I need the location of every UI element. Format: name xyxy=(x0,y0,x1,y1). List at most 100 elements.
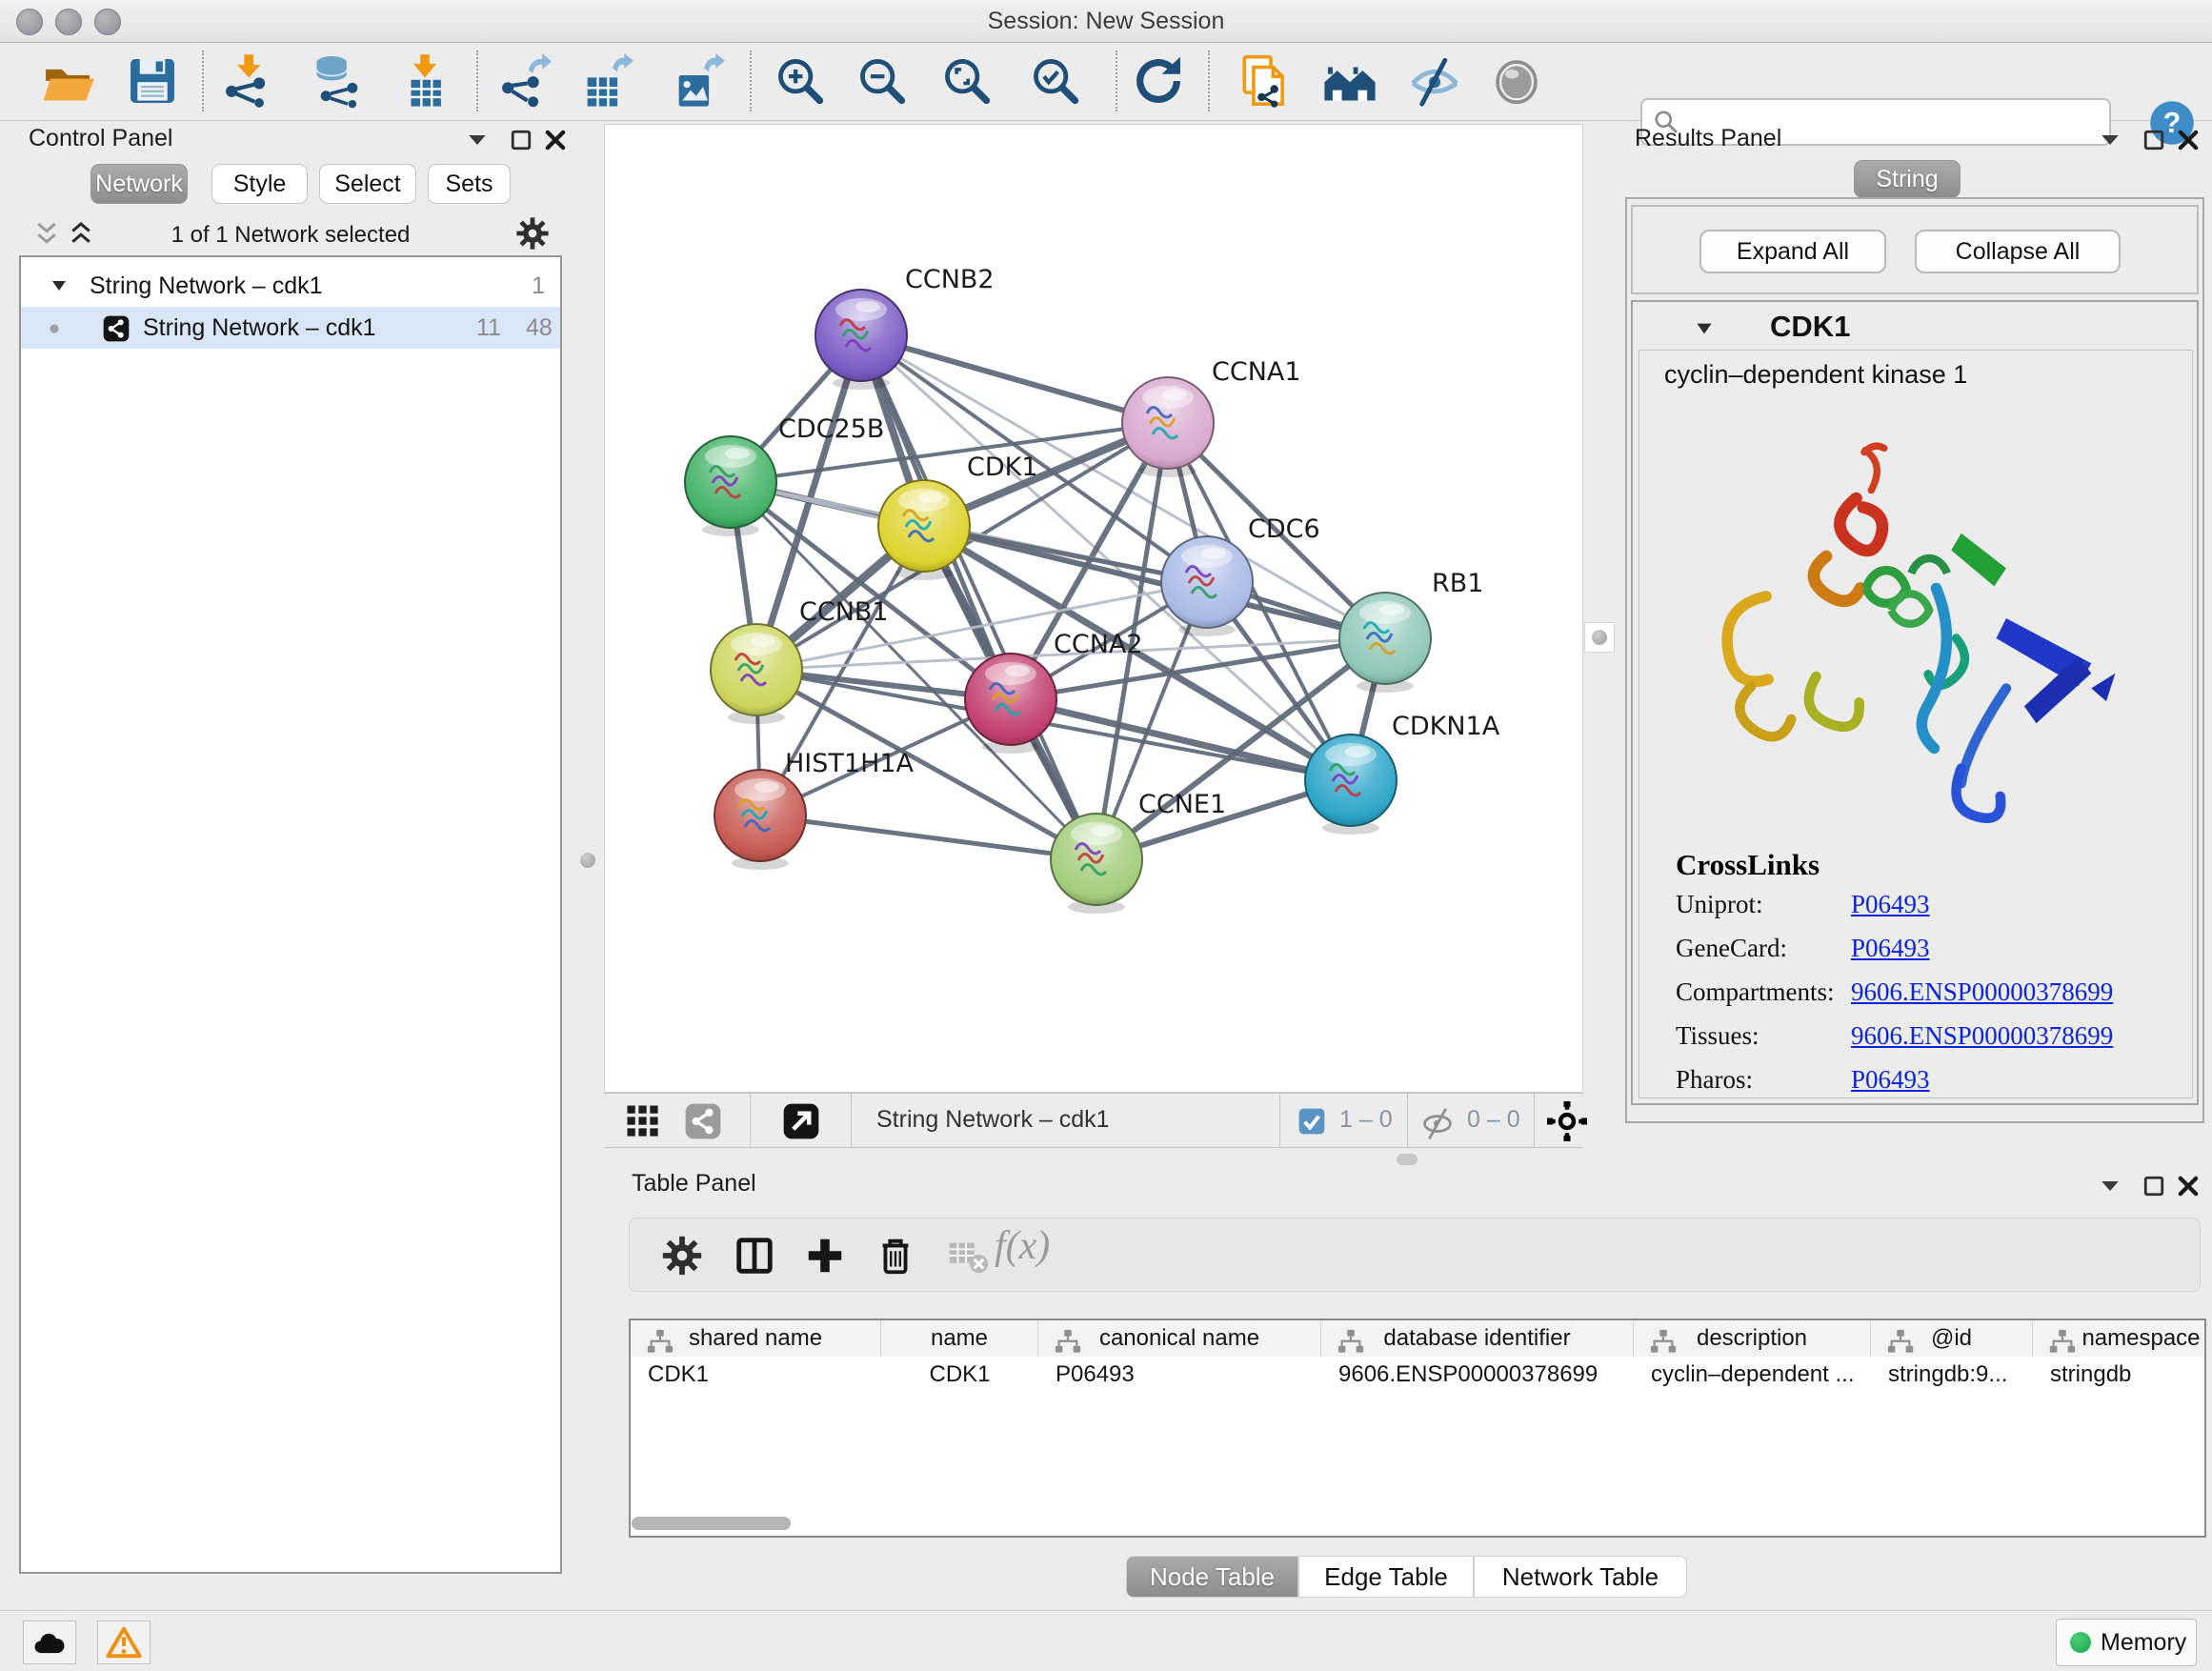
hidden-eye-slash-icon[interactable] xyxy=(1419,1104,1456,1140)
column-header-canonical-name[interactable]: canonical name xyxy=(1038,1320,1321,1357)
crosslink-row: Pharos:P06493 xyxy=(1639,1065,2173,1109)
crosslink-row: Compartments:9606.ENSP00000378699 xyxy=(1639,977,2173,1021)
left-splitter-handle[interactable] xyxy=(575,848,600,873)
import-network-icon[interactable] xyxy=(220,53,275,109)
toolbar-separator xyxy=(202,50,204,111)
zoom-out-icon[interactable] xyxy=(855,53,910,109)
zoom-fit-icon[interactable] xyxy=(939,53,995,109)
tab-edge-table[interactable]: Edge Table xyxy=(1298,1556,1474,1598)
results-panel-menu-icon[interactable] xyxy=(2096,126,2124,154)
table-settings-gear-icon[interactable] xyxy=(660,1234,704,1278)
network-share-icon[interactable] xyxy=(682,1100,724,1142)
selected-checkbox-icon[interactable] xyxy=(1297,1106,1327,1137)
table-row[interactable]: CDK1CDK1P064939606.ENSP00000378699cyclin… xyxy=(631,1357,2206,1393)
crosslink-value[interactable]: P06493 xyxy=(1851,934,1930,963)
network-row-selected[interactable]: String Network – cdk1 11 48 xyxy=(21,307,560,349)
horizontal-scrollbar-thumb[interactable] xyxy=(632,1517,791,1530)
table-cell[interactable]: CDK1 xyxy=(631,1357,881,1393)
network-canvas[interactable]: CCNB2CCNA1CDC25BCDK1CDC6RB1CCNB1CCNA2CDK… xyxy=(604,124,1583,1093)
import-table-icon[interactable] xyxy=(397,53,452,109)
right-splitter-handle[interactable] xyxy=(1584,622,1615,653)
network-node-label-CCNA2: CCNA2 xyxy=(1054,630,1143,659)
selected-count: 1 – 0 xyxy=(1339,1106,1393,1134)
export-network-icon[interactable] xyxy=(496,53,552,109)
table-cell[interactable]: cyclin–dependent ... xyxy=(1634,1357,1871,1393)
tab-string[interactable]: String xyxy=(1854,160,1961,198)
zoom-selected-icon[interactable] xyxy=(1028,53,1083,109)
control-panel-menu-icon[interactable] xyxy=(463,126,492,154)
tab-select[interactable]: Select xyxy=(319,164,416,204)
export-table-icon[interactable] xyxy=(578,53,633,109)
column-tree-icon xyxy=(1046,1324,1075,1353)
crosslink-value[interactable]: P06493 xyxy=(1851,1065,1930,1095)
table-cell[interactable]: 9606.ENSP00000378699 xyxy=(1321,1357,1634,1393)
network-edge-CCNB2-CCNA1[interactable] xyxy=(861,335,1168,423)
crosslink-value[interactable]: 9606.ENSP00000378699 xyxy=(1851,1021,2113,1051)
crosslink-label: Uniprot: xyxy=(1676,890,1763,919)
main-toolbar: ? xyxy=(0,43,2212,121)
tab-style[interactable]: Style xyxy=(211,164,308,204)
toolbar-divider xyxy=(1407,1094,1408,1147)
tab-node-table[interactable]: Node Table xyxy=(1126,1556,1298,1598)
duplicate-network-icon[interactable] xyxy=(1237,53,1293,109)
column-header-name[interactable]: name xyxy=(881,1320,1038,1357)
network-edge-HIST1H1A-CCNE1[interactable] xyxy=(760,815,1096,859)
toolbar-divider xyxy=(1279,1094,1280,1147)
toolbar-separator xyxy=(1208,50,1210,111)
table-cell[interactable]: P06493 xyxy=(1038,1357,1321,1393)
network-edge-CCNB2-CCNE1[interactable] xyxy=(861,335,1096,859)
collapse-all-button[interactable]: Collapse All xyxy=(1915,230,2121,273)
column-header-description[interactable]: description xyxy=(1634,1320,1871,1357)
warning-icon[interactable] xyxy=(97,1621,151,1664)
fit-crosshair-icon[interactable] xyxy=(1547,1101,1587,1141)
table-panel-close-icon[interactable] xyxy=(2174,1172,2202,1200)
crosslinks-list: Uniprot:P06493GeneCard:P06493Compartment… xyxy=(1639,890,2194,1118)
refresh-icon[interactable] xyxy=(1131,53,1186,109)
collapse-triangle-icon[interactable] xyxy=(48,274,70,297)
table-cell[interactable]: stringdb:9... xyxy=(1871,1357,2033,1393)
column-header--id[interactable]: @id xyxy=(1871,1320,2033,1357)
table-cell[interactable]: CDK1 xyxy=(881,1357,1038,1393)
column-header-shared-name[interactable]: shared name xyxy=(631,1320,881,1357)
results-panel-title: Results Panel xyxy=(1635,125,1781,152)
network-collection-row[interactable]: String Network – cdk1 1 xyxy=(21,265,560,307)
column-header-namespace[interactable]: namespace xyxy=(2033,1320,2206,1357)
network-node-count: 11 xyxy=(476,314,501,342)
open-session-icon[interactable] xyxy=(40,53,95,109)
zoom-in-icon[interactable] xyxy=(773,53,828,109)
first-neighbors-icon[interactable] xyxy=(1322,53,1377,109)
results-panel-close-icon[interactable] xyxy=(2174,126,2202,154)
table-panel-float-icon[interactable] xyxy=(2140,1172,2168,1200)
detach-view-icon[interactable] xyxy=(780,1100,822,1142)
column-header-database-identifier[interactable]: database identifier xyxy=(1321,1320,1634,1357)
expand-all-button[interactable]: Expand All xyxy=(1699,230,1886,273)
bottom-splitter-handle[interactable] xyxy=(1397,1154,1418,1165)
section-collapse-icon[interactable] xyxy=(1692,316,1717,341)
toolbar-divider xyxy=(851,1094,852,1147)
memory-button[interactable]: Memory xyxy=(2056,1619,2197,1666)
network-options-gear-icon[interactable] xyxy=(514,215,551,252)
delete-column-trash-icon[interactable] xyxy=(874,1234,917,1278)
crosslink-value[interactable]: P06493 xyxy=(1851,890,1930,919)
crosslink-row: Tissues:9606.ENSP00000378699 xyxy=(1639,1021,2173,1065)
cloud-icon[interactable] xyxy=(23,1621,76,1664)
hide-selected-icon[interactable] xyxy=(1407,53,1462,109)
tab-network-table[interactable]: Network Table xyxy=(1474,1556,1687,1598)
import-database-icon[interactable] xyxy=(309,53,364,109)
crosslink-value[interactable]: 9606.ENSP00000378699 xyxy=(1851,977,2113,1007)
tab-network[interactable]: Network xyxy=(90,164,188,204)
control-panel-float-icon[interactable] xyxy=(507,126,535,154)
table-panel-menu-icon[interactable] xyxy=(2096,1172,2124,1200)
tab-sets[interactable]: Sets xyxy=(428,164,511,204)
save-session-icon[interactable] xyxy=(125,53,180,109)
birdseye-grid-icon[interactable] xyxy=(622,1100,664,1142)
control-panel-close-icon[interactable] xyxy=(541,126,570,154)
network-collection-count: 1 xyxy=(532,272,545,300)
table-cell[interactable]: stringdb xyxy=(2033,1357,2206,1393)
show-all-icon[interactable] xyxy=(1489,53,1544,109)
export-image-icon[interactable] xyxy=(670,53,725,109)
results-panel-float-icon[interactable] xyxy=(2140,126,2168,154)
show-columns-icon[interactable] xyxy=(733,1234,776,1278)
add-column-icon[interactable] xyxy=(803,1234,847,1278)
network-node-label-HIST1H1A: HIST1H1A xyxy=(785,749,915,778)
